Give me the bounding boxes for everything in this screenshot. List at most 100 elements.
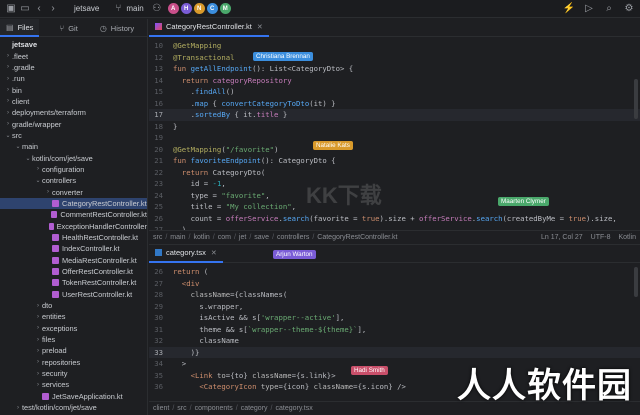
lightning-icon[interactable]: ⚡ (562, 2, 576, 16)
code-line[interactable]: 16 .map { convertCategoryToDto(it) } (149, 98, 640, 110)
tree-folder[interactable]: › .gradle (0, 62, 147, 73)
tree-folder[interactable]: › .run (0, 73, 147, 84)
chevron-icon[interactable]: ⌄ (24, 155, 32, 162)
tree-folder[interactable]: › security (0, 368, 147, 379)
tree-file[interactable]: CategoryRestController.kt (0, 197, 147, 210)
tree-file[interactable]: JetSaveApplication.kt (0, 391, 147, 402)
chevron-icon[interactable]: › (34, 314, 42, 320)
tree-file[interactable]: OfferRestController.kt (0, 266, 147, 277)
chevron-icon[interactable]: ⌄ (14, 143, 22, 150)
chevron-icon[interactable]: › (34, 325, 42, 331)
chevron-icon[interactable]: › (4, 110, 12, 116)
code-line[interactable]: 20 @GetMapping("/favorite") (149, 144, 640, 156)
code-line[interactable]: 33 )} (149, 346, 640, 358)
code-line[interactable]: 10 @GetMapping (149, 40, 640, 52)
tree-file[interactable]: UserRestController.kt (0, 289, 147, 300)
tree-folder[interactable]: ⌄ kotlin/com/jet/save (0, 152, 147, 163)
breadcrumb-item[interactable]: com (218, 234, 231, 241)
tree-folder[interactable]: › converter (0, 186, 147, 197)
breadcrumb-item[interactable]: CategoryRestController.kt (317, 234, 397, 241)
avatar[interactable]: M (219, 3, 231, 14)
breadcrumb-item[interactable]: category (241, 405, 268, 412)
code-line[interactable]: 18} (149, 121, 640, 133)
tree-folder[interactable]: › client (0, 96, 147, 107)
chevron-icon[interactable]: ⌄ (34, 177, 42, 184)
add-user-icon[interactable]: ⚇ (150, 2, 164, 16)
tree-file[interactable]: MediaRestController.kt (0, 255, 147, 266)
tree-file[interactable]: IndexController.kt (0, 243, 147, 254)
chevron-left-icon[interactable]: ‹ (32, 2, 46, 16)
breadcrumb-item[interactable]: client (153, 405, 169, 412)
editor-tab-category-tsx[interactable]: category.tsx ✕ (149, 245, 223, 263)
file-language[interactable]: Kotlin (618, 234, 636, 241)
breadcrumb-item[interactable]: category.tsx (276, 405, 313, 412)
tree-folder[interactable]: › test/kotlin/com/jet/save (0, 402, 147, 413)
chevron-icon[interactable]: › (4, 87, 12, 93)
tree-file[interactable]: CommentRestController.kt (0, 209, 147, 220)
tree-file[interactable]: HealthRestController.kt (0, 232, 147, 243)
tree-folder[interactable]: › repositories (0, 357, 147, 368)
code-line[interactable]: 22 return CategoryDto( (149, 167, 640, 179)
tab-git[interactable]: ⑂ Git (53, 19, 83, 37)
avatar[interactable]: A (167, 3, 179, 14)
chevron-icon[interactable]: › (34, 166, 42, 172)
tree-folder[interactable]: › bin (0, 84, 147, 95)
chevron-icon[interactable]: › (4, 53, 12, 59)
code-line[interactable]: 30 isActive && s['wrapper--active'], (149, 312, 640, 324)
tree-folder[interactable]: › gradle/wrapper (0, 118, 147, 129)
code-line[interactable]: 17 .sortedBy { it.title } (149, 109, 640, 121)
code-line[interactable]: 23 id = -1, (149, 178, 640, 190)
chevron-icon[interactable]: › (4, 121, 12, 127)
chevron-icon[interactable]: › (4, 98, 12, 104)
scrollbar[interactable] (634, 267, 638, 297)
code-line[interactable]: 26 return ( (149, 266, 640, 278)
code-line[interactable]: 14 return categoryRepository (149, 75, 640, 87)
chevron-icon[interactable]: › (44, 189, 52, 195)
tree-file[interactable]: TokenRestController.kt (0, 277, 147, 288)
editor-tab-category-controller[interactable]: CategoryRestController.kt ✕ (149, 19, 269, 37)
avatar[interactable]: N (193, 3, 205, 14)
tree-folder[interactable]: ⌄ controllers (0, 175, 147, 186)
chevron-icon[interactable]: › (4, 64, 12, 70)
avatar[interactable]: H (180, 3, 192, 14)
chevron-right-icon[interactable]: › (46, 2, 60, 16)
tree-folder[interactable]: › dto (0, 300, 147, 311)
code-area[interactable]: 10 @GetMapping 12 @Transactional 13 fun getAl… (149, 37, 640, 236)
code-line[interactable]: 26 count = offerService.search(favorite … (149, 213, 640, 225)
chevron-icon[interactable]: › (34, 382, 42, 388)
breadcrumb-item[interactable]: kotlin (193, 234, 209, 241)
project-name[interactable]: jetsave (74, 4, 99, 13)
tree-folder[interactable]: › entities (0, 311, 147, 322)
tree-folder[interactable]: › services (0, 379, 147, 390)
tree-folder[interactable]: › .fleet (0, 50, 147, 61)
chevron-icon[interactable]: › (34, 337, 42, 343)
breadcrumb-item[interactable]: jet (239, 234, 246, 241)
code-line[interactable]: 19 (149, 132, 640, 144)
tree-file[interactable]: ExceptionHandlerController (0, 221, 147, 232)
tree-folder[interactable]: jetsave (0, 39, 147, 50)
code-line[interactable]: 25 title = "My collection", (149, 201, 640, 213)
tree-folder[interactable]: › preload (0, 345, 147, 356)
search-icon[interactable]: ⌕ (602, 2, 616, 16)
code-line[interactable]: 24 type = "favorite", (149, 190, 640, 202)
code-line[interactable]: 29 s.wrapper, (149, 301, 640, 313)
breadcrumb-item[interactable]: src (177, 405, 186, 412)
code-line[interactable]: 15 .findAll() (149, 86, 640, 98)
branch-name[interactable]: main (126, 4, 143, 13)
code-line[interactable]: 27 <div (149, 278, 640, 290)
file-encoding[interactable]: UTF-8 (591, 234, 611, 241)
tree-folder[interactable]: ⌄ main (0, 141, 147, 152)
tree-folder[interactable]: ⌄ src (0, 130, 147, 141)
code-line[interactable]: 28 className={classNames( (149, 289, 640, 301)
chevron-icon[interactable]: › (34, 348, 42, 354)
code-line[interactable]: 13 fun getAllEndpoint(): List<CategoryDto… (149, 63, 640, 75)
code-line[interactable]: 12 @Transactional (149, 52, 640, 64)
run-icon[interactable]: ▷ (582, 2, 596, 16)
breadcrumb-item[interactable]: save (254, 234, 269, 241)
breadcrumb-item[interactable]: src (153, 234, 162, 241)
tree-folder[interactable]: › deployments/terraform (0, 107, 147, 118)
chevron-icon[interactable]: › (14, 405, 22, 411)
chevron-icon[interactable]: ⌄ (4, 132, 12, 139)
chevron-icon[interactable]: › (34, 359, 42, 365)
code-line[interactable]: 32 className (149, 335, 640, 347)
